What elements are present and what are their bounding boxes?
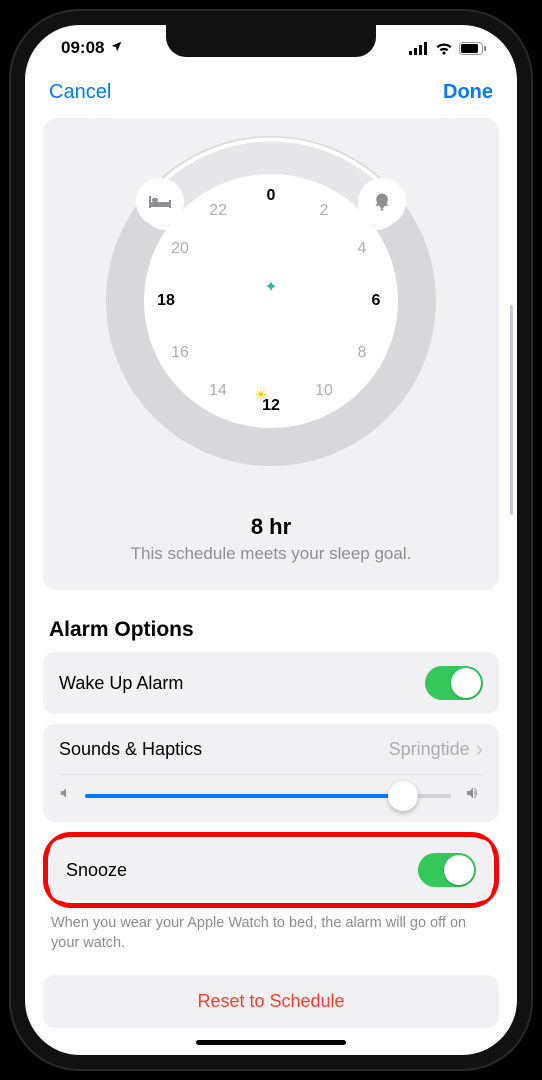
sounds-haptics-label: Sounds & Haptics bbox=[59, 739, 202, 760]
volume-low-icon bbox=[59, 786, 73, 805]
hour-16: 16 bbox=[171, 344, 189, 362]
volume-slider[interactable] bbox=[85, 794, 451, 798]
wake-up-alarm-row: Wake Up Alarm bbox=[43, 652, 499, 714]
phone-frame: 09:08 Cancel Done bbox=[9, 9, 533, 1071]
hour-4: 4 bbox=[358, 240, 367, 258]
sleep-duration: 8 hr bbox=[43, 514, 499, 540]
wake-handle[interactable] bbox=[358, 178, 406, 226]
sleep-clock-card: 0 2 4 6 8 10 12 14 16 18 20 22 ✦ ☀ bbox=[43, 118, 499, 590]
hour-20: 20 bbox=[171, 240, 189, 258]
content: 0 2 4 6 8 10 12 14 16 18 20 22 ✦ ☀ bbox=[25, 118, 517, 1028]
hour-0: 0 bbox=[267, 187, 276, 205]
sounds-haptics-group: Sounds & Haptics Springtide › bbox=[43, 724, 499, 822]
home-indicator[interactable] bbox=[196, 1040, 346, 1045]
snooze-toggle[interactable] bbox=[418, 853, 476, 887]
sleep-clock-dial[interactable]: 0 2 4 6 8 10 12 14 16 18 20 22 ✦ ☀ bbox=[106, 136, 436, 466]
snooze-row: Snooze bbox=[50, 839, 492, 901]
reset-to-schedule-button[interactable]: Reset to Schedule bbox=[43, 975, 499, 1028]
volume-slider-thumb[interactable] bbox=[388, 781, 418, 811]
navbar: Cancel Done bbox=[25, 71, 517, 118]
sounds-haptics-value: Springtide bbox=[389, 739, 470, 760]
cellular-icon bbox=[409, 42, 429, 55]
snooze-highlight: Snooze bbox=[43, 832, 499, 908]
screen: 09:08 Cancel Done bbox=[25, 25, 517, 1055]
wake-up-alarm-label: Wake Up Alarm bbox=[59, 673, 183, 694]
volume-slider-row bbox=[43, 775, 499, 822]
sounds-haptics-row[interactable]: Sounds & Haptics Springtide › bbox=[43, 724, 499, 774]
sun-icon: ☀ bbox=[254, 386, 267, 404]
notch bbox=[166, 25, 376, 57]
hour-8: 8 bbox=[358, 344, 367, 362]
sleep-goal-text: This schedule meets your sleep goal. bbox=[43, 544, 499, 564]
hour-2: 2 bbox=[320, 202, 329, 220]
alarm-options-title: Alarm Options bbox=[49, 618, 493, 642]
hour-14: 14 bbox=[209, 382, 227, 400]
chevron-right-icon: › bbox=[476, 738, 483, 760]
sparkle-icon: ✦ bbox=[264, 277, 277, 297]
snooze-label: Snooze bbox=[66, 860, 127, 881]
location-icon bbox=[110, 38, 123, 58]
hour-18: 18 bbox=[157, 292, 175, 310]
done-button[interactable]: Done bbox=[443, 81, 493, 104]
hour-6: 6 bbox=[372, 292, 381, 310]
scroll-indicator bbox=[510, 305, 513, 515]
watch-note: When you wear your Apple Watch to bed, t… bbox=[51, 914, 491, 953]
volume-high-icon bbox=[463, 785, 483, 806]
hour-10: 10 bbox=[315, 382, 333, 400]
bedtime-handle[interactable] bbox=[136, 178, 184, 226]
battery-icon bbox=[459, 42, 487, 55]
wake-up-alarm-toggle[interactable] bbox=[425, 666, 483, 700]
wifi-icon bbox=[435, 42, 453, 55]
status-time: 09:08 bbox=[61, 38, 104, 58]
cancel-button[interactable]: Cancel bbox=[49, 81, 111, 104]
hour-22: 22 bbox=[209, 202, 227, 220]
